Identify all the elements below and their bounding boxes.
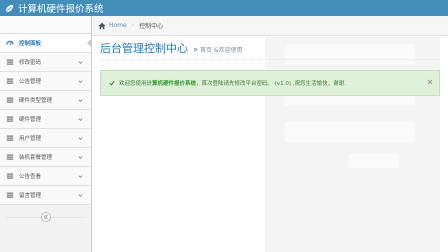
alert-suffix: ，首次登陆请先修改平台密码。 (v1.0) ,祝您生活愉快，谢谢. [196, 81, 346, 87]
sidebar-item-dashboard[interactable]: 控制面板 [0, 34, 92, 53]
sidebar-item-label: 修改密码 [19, 60, 42, 66]
sidebar-item-label: 公告查看 [19, 174, 42, 180]
sidebar-item-hardware-types[interactable]: 硬件类型管理 [0, 91, 91, 110]
overlay-field [285, 122, 415, 142]
page-header: 后台管理控制中心 首页 &欢迎使用 [100, 40, 440, 60]
list-icon [6, 97, 14, 103]
page-subtitle-text: 首页 &欢迎使用 [200, 47, 243, 54]
chevron-down-icon [78, 194, 83, 197]
double-chevron-left-icon [42, 214, 48, 220]
breadcrumb-home[interactable]: Home [98, 22, 127, 30]
alert-app-name: 计算机硬件报价系统 [146, 81, 197, 87]
breadcrumb-separator: › [131, 22, 135, 29]
overlay-button [349, 154, 399, 168]
list-icon [6, 192, 14, 198]
sidebar-item-hardware[interactable]: 硬件管理 [0, 110, 91, 129]
breadcrumb-home-label: Home [109, 22, 127, 29]
sidebar-item-label: 控制面板 [19, 41, 42, 47]
list-icon [6, 78, 14, 84]
page-subtitle: 首页 &欢迎使用 [193, 45, 243, 54]
welcome-alert: 欢迎您使用 计算机硬件报价系统 ，首次登陆请先修改平台密码。 (v1.0) ,祝… [100, 70, 440, 96]
sidebar-collapse-toggle[interactable] [0, 209, 91, 225]
sidebar-item-view-announcements[interactable]: 公告查看 [0, 167, 91, 186]
sidebar-shortcuts [0, 16, 91, 34]
list-icon [6, 135, 14, 141]
sidebar-item-label: 装机套餐管理 [19, 155, 53, 161]
double-chevron-right-icon [193, 47, 198, 52]
leaf-icon [5, 4, 14, 12]
list-icon [6, 154, 14, 160]
breadcrumb: Home › 控制中心 [92, 16, 448, 36]
top-navbar: 计算机硬件报价系统 [0, 0, 448, 16]
sidebar-item-label: 留言管理 [19, 193, 42, 199]
background-overlay [265, 36, 440, 252]
home-icon [98, 22, 106, 29]
chevron-down-icon [78, 118, 83, 121]
sidebar-item-announcements[interactable]: 公告管理 [0, 72, 91, 91]
list-icon [6, 173, 14, 179]
check-icon [109, 80, 115, 86]
chevron-down-icon [78, 61, 83, 64]
page-title: 后台管理控制中心 [100, 42, 188, 55]
brand[interactable]: 计算机硬件报价系统 [4, 1, 104, 15]
list-icon [6, 59, 14, 65]
breadcrumb-current: 控制中心 [139, 23, 164, 30]
chevron-down-icon [78, 156, 83, 159]
sidebar-item-label: 用户管理 [19, 136, 42, 142]
sidebar-item-users[interactable]: 用户管理 [0, 129, 91, 148]
sidebar-item-change-password[interactable]: 修改密码 [0, 53, 91, 72]
alert-prefix: 欢迎您使用 [119, 81, 147, 87]
sidebar: 控制面板 修改密码 公告管理 硬件类型管理 硬件管理 用户管理 装机套餐管理 公… [0, 16, 92, 252]
chevron-down-icon [78, 99, 83, 102]
list-icon [6, 116, 14, 122]
app-title: 计算机硬件报价系统 [18, 4, 104, 15]
sidebar-item-messages[interactable]: 留言管理 [0, 186, 91, 205]
sidebar-item-build-packages[interactable]: 装机套餐管理 [0, 148, 91, 167]
close-icon[interactable] [427, 79, 433, 85]
chevron-down-icon [78, 137, 83, 140]
sidebar-collapse-button[interactable] [40, 212, 51, 222]
sidebar-item-label: 硬件管理 [19, 117, 42, 123]
sidebar-item-label: 公告管理 [19, 79, 42, 85]
dashboard-icon [6, 40, 14, 45]
sidebar-item-label: 硬件类型管理 [19, 98, 53, 104]
chevron-down-icon [78, 175, 83, 178]
chevron-down-icon [78, 80, 83, 83]
